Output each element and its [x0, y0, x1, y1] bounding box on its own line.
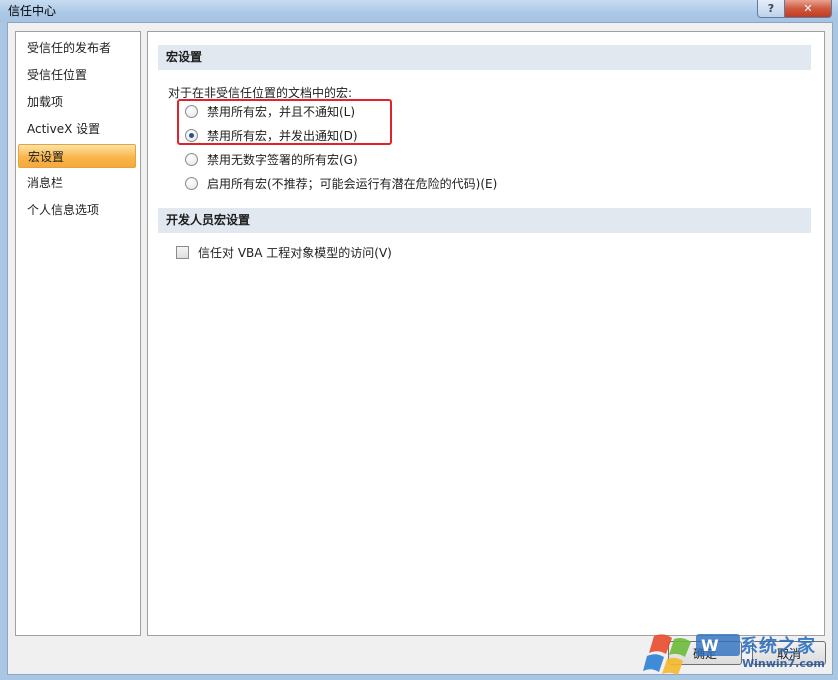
vba-access-checkbox[interactable] [176, 246, 189, 259]
radio-label: 禁用所有宏，并且不通知(L) [207, 104, 356, 119]
radio-button-checked[interactable] [185, 128, 198, 142]
sidebar-item-message-bar[interactable]: 消息栏 [18, 171, 136, 195]
radio-disable-unsigned[interactable]: 禁用无数字签署的所有宏(G) [185, 149, 358, 169]
radio-label: 启用所有宏(不推荐；可能会运行有潜在危险的代码)(E) [207, 176, 498, 191]
svg-text:W: W [701, 636, 719, 655]
window-title: 信任中心 [8, 4, 57, 18]
developer-settings-header: 开发人员宏设置 [158, 208, 811, 233]
sidebar-item-macro-settings[interactable]: 宏设置 [18, 144, 136, 168]
title-bar[interactable]: 信任中心 ? ✕ [0, 0, 838, 22]
close-button[interactable]: ✕ [784, 0, 832, 18]
radio-button[interactable] [185, 176, 198, 190]
watermark-url: Winwin7.com [742, 657, 825, 670]
radio-label: 禁用所有宏，并发出通知(D) [207, 128, 358, 143]
radio-disable-no-notify[interactable]: 禁用所有宏，并且不通知(L) [185, 101, 355, 121]
content-panel: 宏设置 对于在非受信任位置的文档中的宏: 禁用所有宏，并且不通知(L) 禁用所有… [147, 31, 825, 636]
sidebar-item-trusted-publishers[interactable]: 受信任的发布者 [18, 36, 136, 60]
watermark-brand: 系统之家 [740, 636, 816, 657]
macro-settings-header: 宏设置 [158, 45, 811, 70]
radio-button[interactable] [185, 152, 198, 166]
vba-access-option[interactable]: 信任对 VBA 工程对象模型的访问(V) [176, 244, 392, 261]
dialog-window: 受信任的发布者 受信任位置 加载项 ActiveX 设置 宏设置 消息栏 个人信… [7, 22, 833, 675]
sidebar-item-trusted-locations[interactable]: 受信任位置 [18, 63, 136, 87]
sidebar: 受信任的发布者 受信任位置 加载项 ActiveX 设置 宏设置 消息栏 个人信… [15, 31, 141, 636]
close-icon: ✕ [803, 2, 813, 15]
sidebar-item-privacy-options[interactable]: 个人信息选项 [18, 198, 136, 222]
help-icon: ? [767, 2, 775, 15]
sidebar-item-activex[interactable]: ActiveX 设置 [18, 117, 136, 141]
radio-enable-all[interactable]: 启用所有宏(不推荐；可能会运行有潜在危险的代码)(E) [185, 173, 497, 193]
radio-disable-with-notify[interactable]: 禁用所有宏，并发出通知(D) [185, 125, 358, 145]
radio-button[interactable] [185, 104, 198, 118]
radio-label: 禁用无数字签署的所有宏(G) [207, 152, 358, 167]
sidebar-item-addins[interactable]: 加载项 [18, 90, 136, 114]
vba-access-label: 信任对 VBA 工程对象模型的访问(V) [198, 246, 392, 260]
help-button[interactable]: ? [757, 0, 785, 18]
